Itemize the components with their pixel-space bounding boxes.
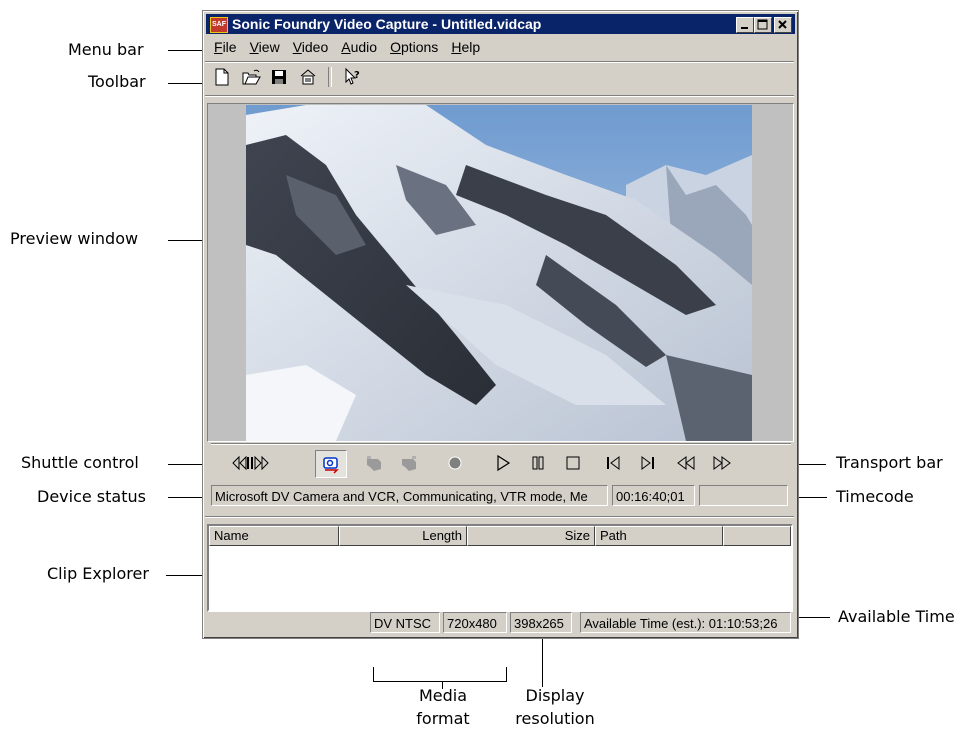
- save-button[interactable]: [268, 66, 290, 88]
- status-extra: [699, 485, 788, 506]
- device-status: Microsoft DV Camera and VCR, Communicati…: [211, 485, 608, 506]
- annotation-timecode: Timecode: [836, 487, 914, 506]
- timecode: 00:16:40;01: [612, 485, 695, 506]
- preview-window[interactable]: [207, 103, 794, 442]
- column-length[interactable]: Length: [339, 526, 467, 546]
- video-preview-image: [246, 105, 752, 441]
- menu-view[interactable]: View: [250, 37, 280, 57]
- window-title: Sonic Foundry Video Capture - Untitled.v…: [232, 16, 542, 32]
- go-to-start-button[interactable]: [601, 450, 625, 476]
- rewind-button[interactable]: [673, 450, 699, 476]
- new-file-button[interactable]: [211, 66, 233, 88]
- title-bar[interactable]: SAF Sonic Foundry Video Capture - Untitl…: [206, 14, 795, 34]
- leader-display-resolution: [542, 637, 543, 687]
- properties-button[interactable]: [297, 66, 319, 88]
- bottom-status-bar: DV NTSC 720x480 398x265 Available Time (…: [203, 611, 798, 635]
- column-name[interactable]: Name: [209, 526, 339, 546]
- menu-separator: [205, 61, 794, 63]
- mark-in-icon: [367, 456, 381, 471]
- bracket-media-right: [506, 667, 507, 681]
- fast-forward-button[interactable]: [709, 450, 735, 476]
- svg-text:?: ?: [354, 70, 360, 81]
- menu-options[interactable]: Options: [390, 37, 438, 57]
- app-icon[interactable]: SAF: [210, 17, 228, 33]
- toolbar: ?: [211, 66, 366, 90]
- open-folder-icon: [242, 69, 261, 85]
- toolbar-separator-line: [205, 95, 794, 97]
- transport-bar: [211, 447, 791, 479]
- maximize-button[interactable]: [754, 17, 772, 33]
- play-button[interactable]: [491, 450, 515, 476]
- fast-forward-icon: [713, 456, 731, 470]
- annotation-toolbar: Toolbar: [88, 72, 146, 91]
- whats-this-help-button[interactable]: ?: [341, 66, 363, 88]
- menu-help[interactable]: Help: [451, 37, 480, 57]
- new-file-icon: [215, 68, 229, 86]
- rewind-icon: [677, 456, 695, 470]
- stop-button[interactable]: [561, 450, 585, 476]
- clip-explorer[interactable]: Name Length Size Path: [207, 524, 793, 612]
- mountain-scene-image: [246, 105, 752, 441]
- pause-icon: [532, 456, 544, 470]
- column-path[interactable]: Path: [595, 526, 723, 546]
- annotation-menu-bar: Menu bar: [68, 40, 144, 59]
- display-resolution: 398x265: [510, 612, 572, 633]
- shuttle-control[interactable]: [231, 450, 275, 476]
- annotation-transport-bar: Transport bar: [836, 453, 943, 472]
- annotation-display-resolution: Display resolution: [515, 686, 595, 728]
- media-format: DV NTSC: [370, 612, 440, 633]
- whats-this-help-icon: ?: [345, 67, 360, 85]
- annotation-media-format: Media format: [416, 686, 470, 728]
- device-control-icon: [323, 457, 339, 474]
- stop-icon: [566, 456, 580, 470]
- annotation-device-status: Device status: [37, 487, 146, 506]
- available-time: Available Time (est.): 01:10:53;26: [580, 612, 791, 633]
- column-extra[interactable]: [723, 526, 791, 546]
- go-to-end-button[interactable]: [636, 450, 660, 476]
- annotation-clip-explorer: Clip Explorer: [47, 564, 149, 583]
- device-control-button[interactable]: [315, 450, 347, 478]
- record-button[interactable]: [443, 450, 467, 476]
- mark-out-icon: [402, 456, 416, 471]
- save-icon: [272, 70, 287, 84]
- open-folder-button[interactable]: [240, 66, 262, 88]
- transport-separator: [211, 443, 791, 445]
- toolbar-separator: [327, 67, 332, 87]
- bracket-media-left: [373, 667, 374, 681]
- column-size[interactable]: Size: [467, 526, 595, 546]
- mark-out-button[interactable]: [395, 450, 423, 476]
- close-icon: [778, 20, 787, 29]
- properties-icon: [300, 69, 316, 85]
- pause-button[interactable]: [526, 450, 550, 476]
- annotation-available-time: Available Time: [838, 607, 955, 626]
- minimize-button[interactable]: [736, 17, 754, 33]
- shuttle-control-icon: [232, 455, 269, 471]
- bracket-media-bottom: [373, 681, 507, 682]
- clip-separator: [205, 516, 794, 518]
- menu-video[interactable]: Video: [293, 37, 329, 57]
- maximize-icon: [757, 19, 768, 30]
- annotation-preview-window: Preview window: [10, 229, 139, 248]
- video-capture-window: SAF Sonic Foundry Video Capture - Untitl…: [202, 10, 799, 639]
- close-button[interactable]: [774, 17, 792, 33]
- mark-in-button[interactable]: [360, 450, 388, 476]
- record-icon: [448, 456, 462, 470]
- play-icon: [497, 454, 511, 472]
- menu-bar: File View Video Audio Options Help: [207, 37, 486, 57]
- menu-audio[interactable]: Audio: [341, 37, 377, 57]
- minimize-icon: [741, 27, 748, 29]
- go-to-end-icon: [641, 456, 654, 470]
- media-resolution: 720x480: [443, 612, 507, 633]
- menu-file[interactable]: File: [214, 37, 237, 57]
- go-to-start-icon: [607, 456, 620, 470]
- annotation-shuttle-control: Shuttle control: [21, 453, 139, 472]
